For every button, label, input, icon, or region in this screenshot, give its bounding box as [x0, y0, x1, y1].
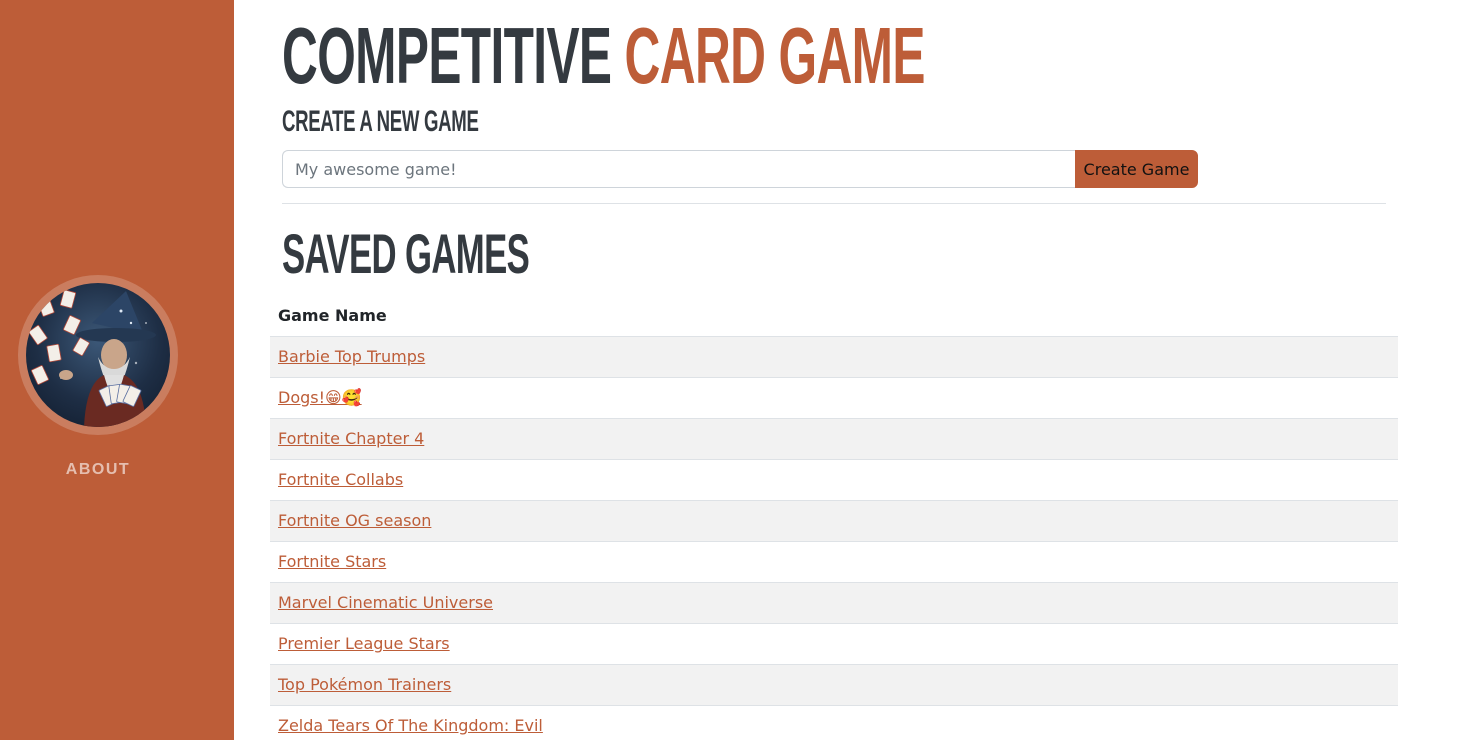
table-row: Fortnite Collabs — [270, 459, 1398, 501]
sidebar: ABOUT — [0, 0, 234, 740]
main-content: COMPETITIVE CARD GAME CREATE A NEW GAME … — [234, 0, 1479, 740]
table-row: Marvel Cinematic Universe — [270, 582, 1398, 624]
game-link[interactable]: Fortnite Chapter 4 — [278, 429, 424, 448]
saved-games-heading: SAVED GAMES — [282, 222, 530, 285]
table-row: Premier League Stars — [270, 623, 1398, 665]
game-link[interactable]: Top Pokémon Trainers — [278, 675, 451, 694]
create-game-heading: CREATE A NEW GAME — [282, 105, 479, 138]
game-link[interactable]: Fortnite Stars — [278, 552, 386, 571]
avatar-ring — [18, 275, 178, 435]
create-game-button[interactable]: Create Game — [1075, 150, 1198, 188]
game-link[interactable]: Fortnite Collabs — [278, 470, 403, 489]
title-part2: CARD GAME — [624, 11, 926, 100]
game-link[interactable]: Marvel Cinematic Universe — [278, 593, 493, 612]
game-link[interactable]: Premier League Stars — [278, 634, 450, 653]
wizard-icon — [28, 289, 156, 427]
table-row: Dogs!😁🥰 — [270, 377, 1398, 419]
nav-about-link[interactable]: ABOUT — [0, 461, 196, 479]
column-header-game-name: Game Name — [270, 296, 1398, 337]
create-game-form: Create Game — [282, 150, 1198, 188]
page-title: COMPETITIVE CARD GAME — [282, 8, 925, 104]
game-link[interactable]: Barbie Top Trumps — [278, 347, 425, 366]
table-header-row: Game Name — [270, 296, 1398, 337]
game-link[interactable]: Fortnite OG season — [278, 511, 431, 530]
table-row: Top Pokémon Trainers — [270, 664, 1398, 706]
table-row: Barbie Top Trumps — [270, 336, 1398, 378]
game-link[interactable]: Dogs!😁🥰 — [278, 388, 362, 407]
table-row: Zelda Tears Of The Kingdom: Evil — [270, 705, 1398, 740]
game-name-input[interactable] — [282, 150, 1075, 188]
section-divider — [282, 203, 1386, 204]
table-row: Fortnite OG season — [270, 500, 1398, 542]
table-row: Fortnite Chapter 4 — [270, 418, 1398, 460]
game-link[interactable]: Zelda Tears Of The Kingdom: Evil — [278, 716, 543, 735]
saved-games-table: Game Name Barbie Top Trumps Dogs!😁🥰 Fort… — [270, 296, 1398, 740]
title-part1: COMPETITIVE — [282, 11, 612, 100]
avatar — [26, 283, 170, 427]
table-row: Fortnite Stars — [270, 541, 1398, 583]
